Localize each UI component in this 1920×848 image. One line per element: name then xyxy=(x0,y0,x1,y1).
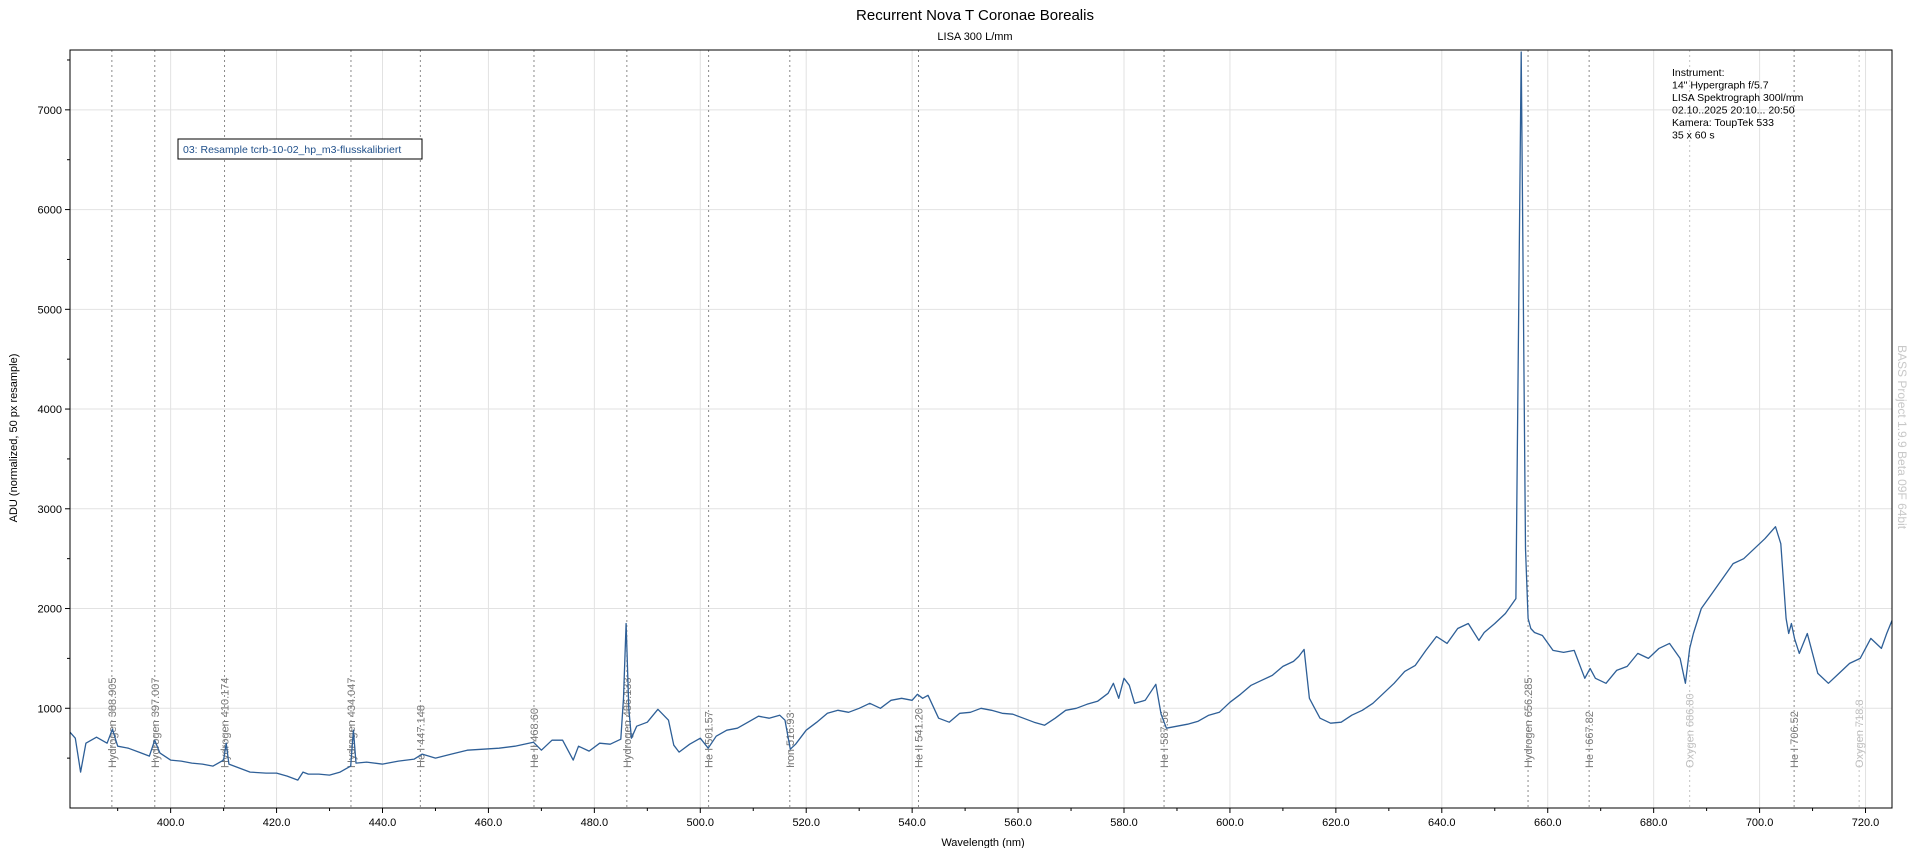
y-tick-label: 6000 xyxy=(38,205,62,217)
x-tick-label: 620.0 xyxy=(1322,817,1350,829)
emission-line-label: Hydrogen 397.007 xyxy=(150,677,162,768)
spectrum-chart: Recurrent Nova T Coronae Borealis LISA 3… xyxy=(8,7,1909,848)
x-tick-label: 580.0 xyxy=(1110,817,1138,829)
series-layer xyxy=(69,51,1893,781)
x-tick-label: 720.0 xyxy=(1852,817,1880,829)
y-tick-label: 5000 xyxy=(38,304,62,316)
instrument-line: LISA Spektrograph 300l/mm xyxy=(1672,92,1804,104)
x-tick-label: 500.0 xyxy=(687,817,715,829)
x-tick-label: 440.0 xyxy=(369,817,397,829)
x-tick-label: 640.0 xyxy=(1428,817,1456,829)
emission-line-label: Hydrogen 410.174 xyxy=(220,677,232,768)
y-axis-label: ADU (normalized, 50 px resample) xyxy=(8,354,20,523)
emission-line-label: Hydrogen 656.285 xyxy=(1523,677,1535,768)
chart-subtitle: LISA 300 L/mm xyxy=(937,31,1012,43)
plot-frame xyxy=(69,49,1893,809)
emission-line-label: He II 541.20 xyxy=(914,708,926,768)
emission-line-label: Oxygen 686.80 xyxy=(1685,693,1697,768)
x-tick-label: 700.0 xyxy=(1746,817,1774,829)
x-tick-label: 420.0 xyxy=(263,817,291,829)
emission-line-markers: Hydrogen 388.905 Hydrogen 397.007 Hydrogen… xyxy=(107,50,1866,808)
chart-title: Recurrent Nova T Coronae Borealis xyxy=(856,7,1094,24)
y-tick-label: 4000 xyxy=(38,404,62,416)
emission-line-label: Hydrogen 388.905 xyxy=(107,677,119,768)
instrument-info: Instrument:14" Hypergraph f/5.7LISA Spek… xyxy=(1672,67,1804,142)
spectrum-series-line xyxy=(69,51,1893,781)
grid-lines xyxy=(70,50,1892,808)
x-tick-label: 600.0 xyxy=(1216,817,1244,829)
emission-line-label: He I 667.82 xyxy=(1584,711,1596,768)
y-tick-label: 3000 xyxy=(38,504,62,516)
x-tick-label: 540.0 xyxy=(898,817,926,829)
legend-label: 03: Resample tcrb-10-02_hp_m3-flusskalib… xyxy=(183,144,401,156)
instrument-line: 02.10..2025 20:10... 20:50 xyxy=(1672,105,1795,117)
x-tick-label: 460.0 xyxy=(475,817,503,829)
instrument-line: 14" Hypergraph f/5.7 xyxy=(1672,80,1769,92)
x-tick-label: 480.0 xyxy=(581,817,609,829)
emission-line-label: He I 587.56 xyxy=(1159,711,1171,768)
y-tick-label: 1000 xyxy=(38,703,62,715)
emission-line-label: He I 706.52 xyxy=(1789,711,1801,768)
instrument-line: Kamera: ToupTek 533 xyxy=(1672,117,1774,129)
x-tick-label: 520.0 xyxy=(792,817,820,829)
emission-line-label: He II 468.60 xyxy=(529,708,541,768)
x-tick-label: 560.0 xyxy=(1004,817,1032,829)
x-axis-label: Wavelength (nm) xyxy=(941,837,1024,848)
y-tick-label: 7000 xyxy=(38,105,62,117)
emission-line-label: Oxygen 718.8 xyxy=(1854,700,1866,769)
y-tick-label: 2000 xyxy=(38,604,62,616)
watermark: BASS Project 1.9.9 Beta 09F 64bit xyxy=(1895,345,1909,530)
emission-line-label: He I 447.148 xyxy=(415,705,427,768)
legend-box: 03: Resample tcrb-10-02_hp_m3-flusskalib… xyxy=(177,138,423,160)
x-tick-label: 660.0 xyxy=(1534,817,1562,829)
emission-line-label: Iron 516.93 xyxy=(785,712,797,768)
x-tick-label: 680.0 xyxy=(1640,817,1668,829)
instrument-line: 35 x 60 s xyxy=(1672,130,1715,142)
instrument-line: Instrument: xyxy=(1672,67,1725,79)
x-tick-label: 400.0 xyxy=(157,817,185,829)
